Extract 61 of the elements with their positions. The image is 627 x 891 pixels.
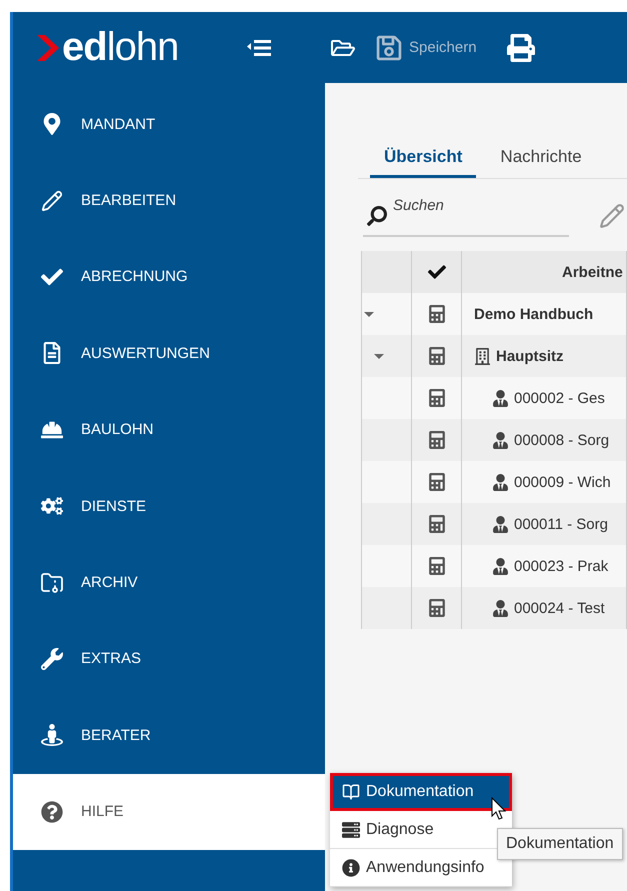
book-icon bbox=[342, 782, 360, 800]
sidebar-item[interactable]: DIENSTE bbox=[13, 468, 325, 544]
menu-item[interactable]: Anwendungsinfo bbox=[330, 849, 512, 887]
logo-chevron-icon bbox=[37, 34, 59, 60]
info-icon bbox=[342, 858, 360, 876]
help-icon bbox=[39, 800, 65, 823]
tree-row-label: 000009 - Wich bbox=[514, 474, 611, 490]
sidebar-item[interactable]: HILFE bbox=[13, 774, 325, 850]
person-icon bbox=[39, 724, 65, 746]
calculator-icon[interactable] bbox=[428, 473, 446, 491]
menu-item-label: Dokumentation bbox=[366, 782, 474, 800]
server-icon bbox=[342, 820, 360, 838]
sidebar-item[interactable]: BEARBEITEN bbox=[13, 162, 325, 239]
pencil-icon bbox=[39, 190, 65, 212]
calculator-icon[interactable] bbox=[428, 389, 446, 407]
sidebar-item[interactable]: BAULOHN bbox=[13, 392, 325, 468]
person-icon bbox=[492, 474, 509, 490]
archive-folder-icon bbox=[39, 570, 65, 595]
sidebar-item[interactable]: EXTRAS bbox=[13, 620, 325, 698]
calculator-icon[interactable] bbox=[428, 305, 446, 323]
menu-collapse-button[interactable] bbox=[247, 38, 271, 56]
tree-row-label: 000024 - Test bbox=[514, 600, 605, 616]
tab[interactable]: Übersicht bbox=[370, 147, 476, 178]
menu-item-label: Diagnose bbox=[366, 820, 434, 838]
person-icon bbox=[492, 558, 509, 574]
calculator-icon[interactable] bbox=[428, 599, 446, 617]
sidebar-item[interactable]: AUSWERTUNGEN bbox=[13, 315, 325, 392]
calculator-icon[interactable] bbox=[428, 557, 446, 575]
menu-item-label: Anwendungsinfo bbox=[366, 858, 484, 876]
calculator-icon[interactable] bbox=[428, 431, 446, 449]
building-icon bbox=[474, 348, 491, 364]
mouse-cursor-icon bbox=[491, 797, 507, 821]
tree-row-label: Demo Handbuch bbox=[474, 306, 594, 322]
tree-row-label: 000008 - Sorg bbox=[514, 432, 610, 448]
person-icon bbox=[492, 390, 509, 406]
tree-row-label: 000023 - Prak bbox=[514, 558, 608, 574]
tree-row-label: Hauptsitz bbox=[496, 348, 564, 364]
sidebar-item[interactable]: MANDANT bbox=[13, 86, 325, 162]
tab[interactable]: Nachrichte bbox=[486, 147, 596, 178]
person-icon bbox=[492, 516, 509, 532]
menu-item[interactable]: Dokumentation bbox=[330, 773, 512, 811]
print-button[interactable] bbox=[506, 34, 535, 62]
calculator-icon[interactable] bbox=[428, 515, 446, 533]
tree-row-label: 000011 - Sorg bbox=[514, 516, 608, 532]
sidebar-item[interactable]: ARCHIV bbox=[13, 544, 325, 621]
expand-caret-icon[interactable] bbox=[364, 312, 374, 316]
checkmark-icon bbox=[428, 263, 446, 281]
gears-icon bbox=[39, 495, 65, 518]
person-icon bbox=[492, 432, 509, 448]
sidebar-item[interactable]: ABRECHNUNG bbox=[13, 238, 325, 316]
wrench-icon bbox=[39, 648, 65, 670]
expand-caret-icon[interactable] bbox=[374, 354, 384, 358]
search-icon bbox=[367, 206, 387, 226]
tree-row-label: 000002 - Ges bbox=[514, 390, 605, 406]
edit-pencil-icon[interactable] bbox=[599, 203, 625, 229]
column-header[interactable]: Arbeitne bbox=[562, 264, 623, 280]
logo-text: edlohn bbox=[62, 25, 178, 70]
sidebar-item[interactable]: BERATER bbox=[13, 697, 325, 774]
calculator-icon[interactable] bbox=[428, 347, 446, 365]
person-icon bbox=[492, 600, 509, 616]
tooltip: Dokumentation bbox=[497, 828, 623, 860]
